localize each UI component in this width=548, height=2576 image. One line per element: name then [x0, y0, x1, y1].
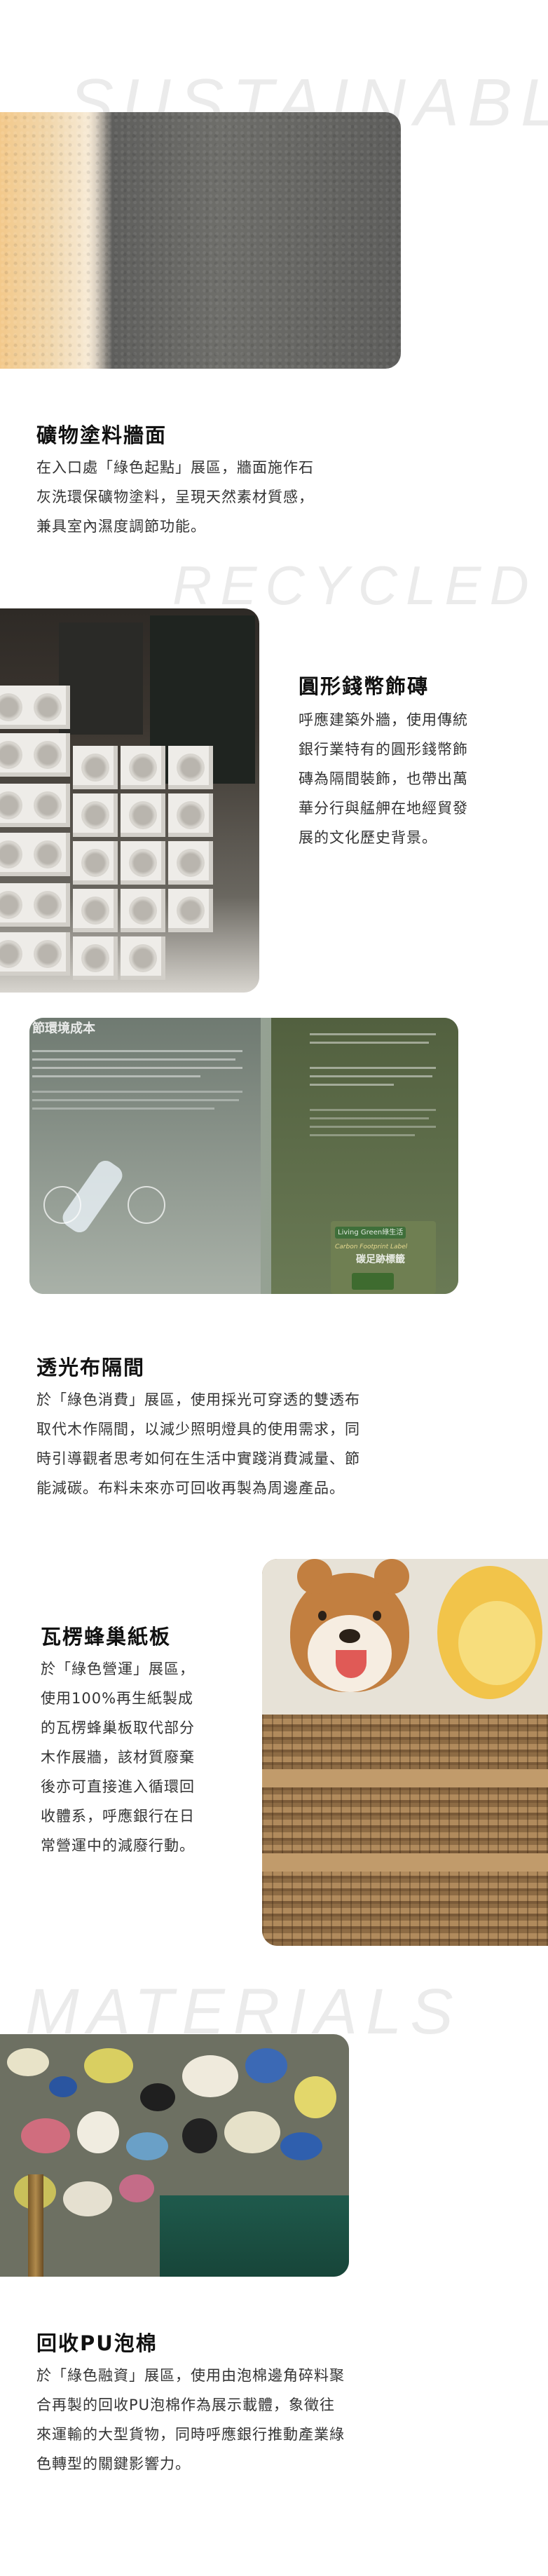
text-line: 銀行業特有的圓形錢幣飾 [299, 741, 468, 758]
text-line: 來運輸的大型貨物，同時呼應銀行推動產業綠 [36, 2426, 345, 2443]
section-text-honeycomb: 於「綠色營運」展區， 使用100%再生紙製成 的瓦楞蜂巢板取代部分 木作展牆，該… [41, 1654, 251, 1860]
panel-heading-text: 節環境成本 [32, 1021, 95, 1036]
text-line: 合再製的回收PU泡棉作為展示載體，象徵往 [36, 2397, 336, 2413]
recycled-pu-foam-photo [0, 2034, 349, 2277]
section-title-honeycomb: 瓦楞蜂巢紙板 [41, 1625, 172, 1649]
section-title-mineral-wall: 礦物塗料牆面 [36, 423, 167, 447]
co2-bubble-left [43, 1186, 81, 1224]
translucent-fabric-partition-photo: 節環境成本 Living Green綠生活 Carbon Footprint L… [29, 1018, 458, 1294]
text-line: 在入口處「綠色起點」展區，牆面施作石 [36, 459, 314, 476]
co2-bubble-right [128, 1186, 165, 1224]
text-line: 於「綠色營運」展區， [41, 1661, 195, 1677]
section-text-pu-foam: 於「綠色融資」展區，使用由泡棉邊角碎料聚 合再製的回收PU泡棉作為展示載體，象徵… [36, 2361, 485, 2479]
section-title-fabric: 透光布隔間 [36, 1356, 146, 1379]
text-line: 時引導觀者思考如何在生活中實踐消費減量、節 [36, 1450, 360, 1467]
label-title-text: 碳足跡標籤 [356, 1254, 405, 1265]
section-text-fabric: 於「綠色消費」展區，使用採光可穿透的雙透布 取代木作隔間，以減少照明燈具的使用需… [36, 1385, 485, 1503]
text-line: 呼應建築外牆，使用傳統 [299, 711, 468, 728]
text-line: 木作展牆，該材質廢棄 [41, 1749, 195, 1766]
label-badge-text: Living Green綠生活 [335, 1227, 406, 1239]
text-line: 常營運中的減廢行動。 [41, 1837, 195, 1854]
text-line: 於「綠色消費」展區，使用採光可穿透的雙透布 [36, 1391, 360, 1408]
text-line: 於「綠色融資」展區，使用由泡棉邊角碎料聚 [36, 2367, 345, 2384]
mineral-paint-wall-photo [0, 112, 401, 369]
text-line: 取代木作隔間，以減少照明燈具的使用需求，同 [36, 1421, 360, 1438]
label-badge-subtext: Carbon Footprint Label [335, 1243, 408, 1250]
bear-mascot-illustration [269, 1559, 423, 1713]
text-line: 磚為隔間裝飾，也帶出萬 [299, 770, 468, 787]
text-line: 的瓦楞蜂巢板取代部分 [41, 1719, 195, 1736]
section-title-pu-foam: 回收PU泡棉 [36, 2331, 158, 2355]
honeycomb-board-photo [262, 1559, 548, 1946]
text-line: 兼具室內濕度調節功能。 [36, 518, 206, 535]
text-line: 後亦可直接進入循環回 [41, 1778, 195, 1795]
label-card: Living Green綠生活 Carbon Footprint Label 碳… [331, 1221, 436, 1294]
metal-stand [28, 2174, 43, 2277]
text-line: 灰洗環保礦物塗料，呈現天然素材質感， [36, 489, 314, 505]
coin-brick-partition-photo [0, 608, 259, 993]
lion-mascot-illustration [430, 1559, 548, 1706]
section-text-coin-brick: 呼應建築外牆，使用傳統 銀行業特有的圓形錢幣飾 磚為隔間裝飾，也帶出萬 華分行與… [299, 705, 537, 852]
text-line: 能減碳。布料未來亦可回收再製為周邊產品。 [36, 1480, 345, 1497]
text-line: 收體系，呼應銀行在日 [41, 1808, 195, 1825]
text-line: 華分行與艋舺在地經貿發 [299, 800, 468, 817]
text-line: 展的文化歷史背景。 [299, 829, 437, 846]
text-line: 色轉型的關鍵影響力。 [36, 2455, 191, 2472]
section-title-coin-brick: 圓形錢幣飾磚 [299, 674, 430, 698]
text-line: 使用100%再生紙製成 [41, 1690, 194, 1707]
section-text-mineral-wall: 在入口處「綠色起點」展區，牆面施作石 灰洗環保礦物塗料，呈現天然素材質感， 兼具… [36, 453, 415, 541]
